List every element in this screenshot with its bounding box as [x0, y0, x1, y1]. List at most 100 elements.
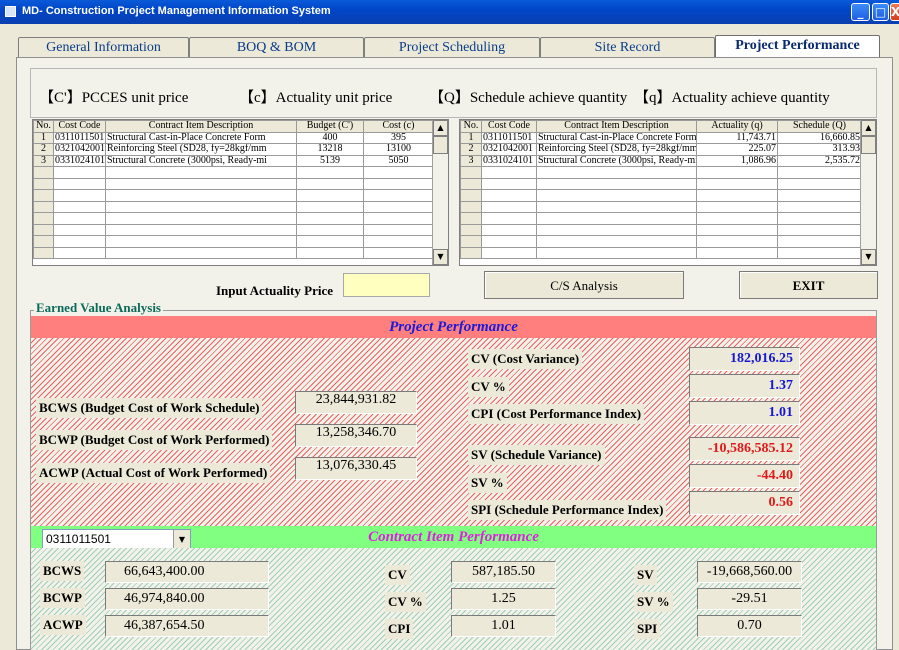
table-cell[interactable]	[696, 212, 778, 225]
empty-row[interactable]	[460, 212, 862, 225]
table-cell[interactable]	[777, 223, 862, 236]
table-cell[interactable]	[33, 189, 54, 202]
table-cell[interactable]	[460, 166, 482, 179]
empty-row[interactable]	[33, 166, 434, 179]
table-cell[interactable]: 2	[33, 143, 54, 156]
table-cell[interactable]: 225.07	[696, 143, 778, 156]
table-cell[interactable]: 0331024101	[53, 154, 106, 167]
table-cell[interactable]	[53, 166, 106, 179]
table-cell[interactable]	[481, 177, 537, 190]
table-cell[interactable]	[53, 189, 106, 202]
table-cell[interactable]	[460, 235, 482, 248]
scroll-down-icon[interactable]: ▼	[861, 249, 876, 265]
table-cell[interactable]: 16,660.85	[777, 131, 862, 144]
table-cell[interactable]	[777, 212, 862, 225]
table-cell[interactable]: 0331024101	[481, 154, 537, 167]
table-cell[interactable]	[296, 235, 364, 248]
table-cell[interactable]	[481, 212, 537, 225]
tab-general-information[interactable]: General Information	[18, 37, 189, 57]
table-cell[interactable]	[777, 235, 862, 248]
table-cell[interactable]	[777, 246, 862, 259]
table-cell[interactable]	[53, 246, 106, 259]
table-cell[interactable]	[536, 235, 697, 248]
table-row[interactable]: 1 0311011501 Structural Cast-in-Place Conc…	[33, 131, 434, 144]
table-cell[interactable]	[363, 223, 434, 236]
table-cell[interactable]	[105, 212, 297, 225]
table-cell[interactable]	[105, 177, 297, 190]
table-cell[interactable]	[53, 223, 106, 236]
table-cell[interactable]	[460, 189, 482, 202]
table-cell[interactable]	[536, 166, 697, 179]
table-cell[interactable]	[696, 177, 778, 190]
empty-row[interactable]	[33, 212, 434, 225]
scroll-thumb[interactable]	[861, 136, 876, 154]
cost-code-select[interactable]: 0311011501 ▼	[42, 529, 191, 550]
table-cell[interactable]	[460, 177, 482, 190]
table-cell[interactable]	[296, 177, 364, 190]
table-cell[interactable]	[105, 200, 297, 213]
empty-row[interactable]	[460, 200, 862, 213]
column-header[interactable]: Cost Code	[481, 120, 537, 133]
table-cell[interactable]: 1	[33, 131, 54, 144]
empty-row[interactable]	[33, 189, 434, 202]
close-button[interactable]: X	[890, 3, 899, 21]
table-cell[interactable]: 5139	[296, 154, 364, 167]
empty-row[interactable]	[460, 189, 862, 202]
table-cell[interactable]	[696, 189, 778, 202]
table-cell[interactable]: 2,535.72	[777, 154, 862, 167]
table-cell[interactable]	[105, 223, 297, 236]
table-cell[interactable]	[460, 246, 482, 259]
table-cell[interactable]	[363, 235, 434, 248]
table-cell[interactable]	[481, 223, 537, 236]
column-header[interactable]: Cost Code	[53, 120, 106, 133]
table-cell[interactable]: 1,086.96	[696, 154, 778, 167]
column-header[interactable]: Contract Item Description	[536, 120, 697, 133]
table-cell[interactable]: Reinforcing Steel (SD28, fy=28kgf/mm	[536, 143, 697, 156]
scroll-down-icon[interactable]: ▼	[433, 249, 448, 265]
table-cell[interactable]	[777, 166, 862, 179]
table-cell[interactable]: 5050	[363, 154, 434, 167]
column-header[interactable]: Budget (C')	[296, 120, 364, 133]
table-cell[interactable]	[296, 212, 364, 225]
table-cell[interactable]: 0311011501	[481, 131, 537, 144]
table-cell[interactable]	[696, 235, 778, 248]
table-cell[interactable]: 395	[363, 131, 434, 144]
scroll-up-icon[interactable]: ▲	[433, 120, 448, 136]
tab-boq-bom[interactable]: BOQ & BOM	[189, 37, 364, 57]
table-cell[interactable]	[536, 223, 697, 236]
price-grid-scrollbar[interactable]: ▲ ▼	[432, 120, 448, 265]
table-cell[interactable]	[33, 223, 54, 236]
table-cell[interactable]	[481, 189, 537, 202]
table-cell[interactable]	[296, 189, 364, 202]
table-cell[interactable]: Structural Concrete (3000psi, Ready-mi	[536, 154, 697, 167]
empty-row[interactable]	[33, 235, 434, 248]
table-cell[interactable]	[53, 235, 106, 248]
table-cell[interactable]: 13100	[363, 143, 434, 156]
table-cell[interactable]	[536, 246, 697, 259]
table-cell[interactable]	[481, 235, 537, 248]
table-cell[interactable]	[105, 166, 297, 179]
table-row[interactable]: 3 0331024101 Structural Concrete (3000psi,…	[460, 154, 862, 167]
table-cell[interactable]	[296, 200, 364, 213]
table-row[interactable]: 2 0321042001 Reinforcing Steel (SD28, fy=2…	[460, 143, 862, 156]
table-row[interactable]: 2 0321042001 Reinforcing Steel (SD28, fy=2…	[33, 143, 434, 156]
table-cell[interactable]	[536, 212, 697, 225]
table-cell[interactable]	[696, 246, 778, 259]
table-cell[interactable]	[777, 177, 862, 190]
table-cell[interactable]	[363, 189, 434, 202]
empty-row[interactable]	[460, 235, 862, 248]
chevron-down-icon[interactable]: ▼	[173, 530, 190, 549]
table-cell[interactable]: Structural Cast-in-Place Concrete Form	[105, 131, 297, 144]
column-header[interactable]: No.	[460, 120, 482, 133]
table-cell[interactable]	[296, 223, 364, 236]
table-cell[interactable]: 313.93	[777, 143, 862, 156]
column-header[interactable]: Schedule (Q)	[777, 120, 862, 133]
table-cell[interactable]	[481, 246, 537, 259]
table-cell[interactable]	[536, 200, 697, 213]
table-cell[interactable]	[296, 246, 364, 259]
tab-site-record[interactable]: Site Record	[540, 37, 715, 57]
table-cell[interactable]: 11,743.71	[696, 131, 778, 144]
table-cell[interactable]: 0321042001	[481, 143, 537, 156]
table-cell[interactable]	[481, 200, 537, 213]
table-cell[interactable]: Structural Cast-in-Place Concrete Form	[536, 131, 697, 144]
